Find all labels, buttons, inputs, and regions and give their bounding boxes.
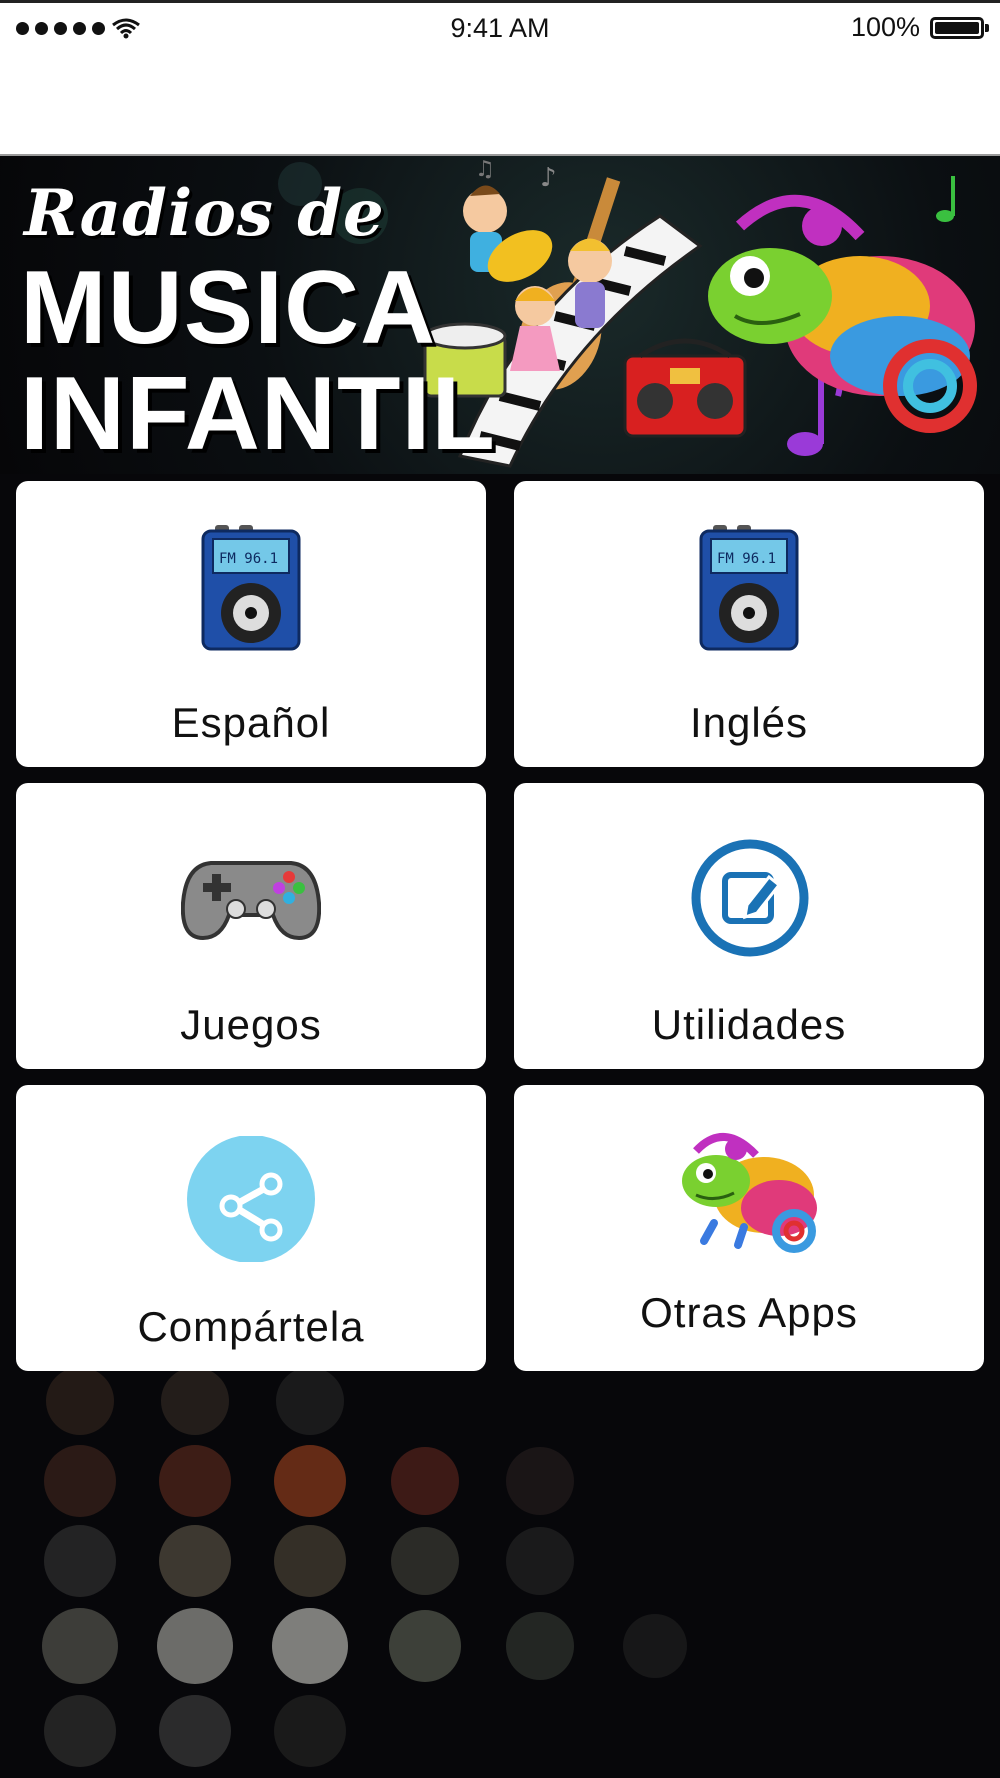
menu-tile-juegos[interactable]: Juegos bbox=[16, 783, 486, 1069]
share-icon bbox=[187, 1136, 315, 1262]
header-banner: ♪ ♫ Radios de MUSICA INFANTIL bbox=[0, 156, 1000, 474]
gamepad-icon bbox=[181, 861, 321, 941]
boombox-icon bbox=[623, 338, 747, 438]
menu-tile-label: Utilidades bbox=[651, 1001, 847, 1048]
chameleon-icon bbox=[682, 1132, 817, 1253]
app-screen: 9:41 AM 100% ♪ ♫ Radios de MUSICA INFANT… bbox=[0, 0, 1000, 1778]
menu-tile-label: Español bbox=[171, 699, 331, 746]
banner-title-line3: INFANTIL bbox=[20, 356, 496, 472]
battery-status: 100% bbox=[850, 12, 989, 43]
menu-tile-label: Inglés bbox=[689, 699, 809, 746]
navigation-bar bbox=[0, 54, 1000, 156]
svg-text:FM 96.1: FM 96.1 bbox=[717, 551, 776, 567]
edit-icon bbox=[691, 839, 809, 957]
svg-text:♫: ♫ bbox=[475, 157, 495, 182]
menu-tile-label: Compártela bbox=[137, 1303, 365, 1350]
menu-tile-label: Otras Apps bbox=[640, 1289, 858, 1336]
battery-percent: 100% bbox=[850, 12, 920, 42]
svg-text:FM 96.1: FM 96.1 bbox=[219, 551, 278, 567]
svg-text:♪: ♪ bbox=[540, 163, 557, 193]
status-bar: 9:41 AM 100% bbox=[0, 0, 1000, 54]
menu-tile-otras-apps[interactable]: Otras Apps bbox=[514, 1085, 984, 1371]
banner-title-line1: Radios de bbox=[24, 176, 385, 251]
menu-tile-ingles[interactable]: FM 96.1 Inglés bbox=[514, 481, 984, 767]
banner-title-line2: MUSICA bbox=[20, 250, 437, 366]
menu-tile-utilidades[interactable]: Utilidades bbox=[514, 783, 984, 1069]
radio-icon: FM 96.1 bbox=[201, 525, 301, 651]
menu-tile-label: Juegos bbox=[180, 1001, 322, 1048]
radio-icon: FM 96.1 bbox=[699, 525, 799, 651]
menu-tile-compartela[interactable]: Compártela bbox=[16, 1085, 486, 1371]
battery-icon bbox=[930, 16, 989, 39]
menu-tile-espanol[interactable]: FM 96.1 Español bbox=[16, 481, 486, 767]
